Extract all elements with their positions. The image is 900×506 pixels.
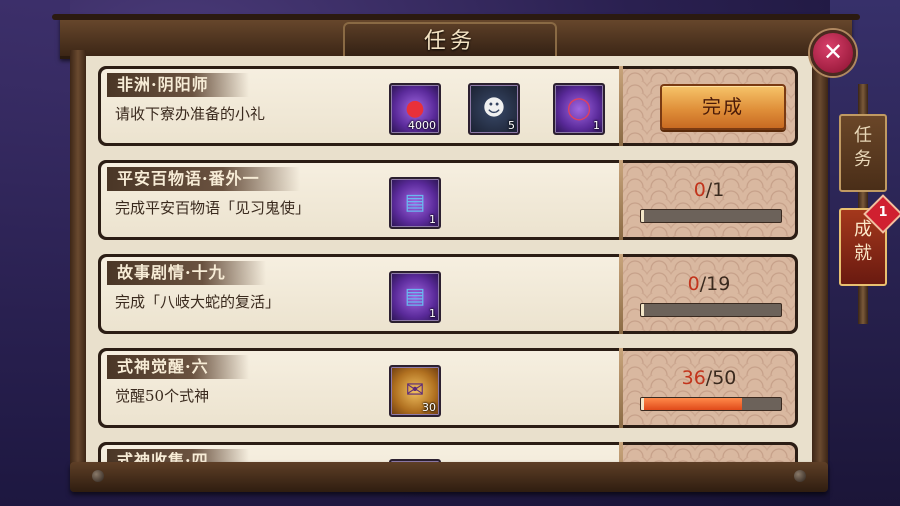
progress-current: 36 [681, 367, 706, 389]
quest-row: 故事剧情·十九 完成「八岐大蛇的复活」 ▤ 1 0/19 [98, 254, 798, 334]
reward-item[interactable]: ● 4000 [389, 83, 441, 135]
page-title: 任务 [423, 29, 476, 54]
close-button[interactable]: ✕ [810, 30, 856, 76]
tab-label-line2: 务 [854, 149, 872, 170]
quest-title: 故事剧情·十九 [107, 261, 266, 285]
reward-qty: 1 [429, 307, 436, 320]
quest-row: 非洲·阴阳师 请收下寮办准备的小礼 ● 4000 ☻ 5 ◯ 1 完成 [98, 66, 798, 146]
quest-title: 式神收集·四 [107, 449, 249, 462]
quest-action: 完成 [623, 69, 795, 143]
reward-item[interactable]: ▤ 1 [389, 177, 441, 229]
progress-total: /1 [705, 179, 725, 201]
reward-item[interactable]: ◯ 1 [553, 83, 605, 135]
reward-qty: 5 [508, 119, 515, 132]
quest-row: 式神觉醒·六 觉醒50个式神 ✉ 30 36/50 [98, 348, 798, 428]
quest-action: 0/1 [623, 163, 795, 237]
reward-item[interactable]: ✉ 30 [389, 365, 441, 417]
tab-quests-label: 任务 [841, 116, 885, 172]
quest-info: 故事剧情·十九 完成「八岐大蛇的复活」 ▤ 1 [101, 257, 619, 331]
bolt-icon [92, 470, 104, 482]
progress-current: 0 [693, 179, 706, 201]
quest-action: 0/19 [623, 257, 795, 331]
progress-total: /19 [699, 273, 731, 295]
tab-quests[interactable]: 任务 [839, 114, 887, 192]
quest-action [623, 445, 795, 462]
close-icon: ✕ [822, 38, 844, 66]
reward-qty: 1 [593, 119, 600, 132]
progress-marker [641, 398, 644, 410]
quest-row: 平安百物语·番外一 完成平安百物语「见习鬼使」 ▤ 1 0/1 [98, 160, 798, 240]
quest-description: 完成平安百物语「见习鬼使」 [115, 199, 311, 217]
progress-text: 36/50 [623, 367, 795, 389]
progress-bar [640, 397, 782, 411]
progress-current: 0 [687, 273, 700, 295]
background-left [0, 0, 70, 506]
quest-info: 式神觉醒·六 觉醒50个式神 ✉ 30 [101, 351, 619, 425]
reward-qty: 30 [422, 401, 436, 414]
progress-fill [641, 398, 742, 410]
progress-bar [640, 303, 782, 317]
progress-text: 0/1 [623, 179, 795, 201]
reward-item[interactable]: ☻ 5 [468, 83, 520, 135]
reward-qty: 1 [429, 213, 436, 226]
bolt-icon [794, 470, 806, 482]
progress-bar [640, 209, 782, 223]
quest-title: 非洲·阴阳师 [107, 73, 249, 97]
tab-label-line1: 任 [854, 125, 872, 146]
quest-action: 36/50 [623, 351, 795, 425]
progress-marker [641, 210, 644, 222]
quest-info: 平安百物语·番外一 完成平安百物语「见习鬼使」 ▤ 1 [101, 163, 619, 237]
quest-list[interactable]: 非洲·阴阳师 请收下寮办准备的小礼 ● 4000 ☻ 5 ◯ 1 完成 平安百物… [86, 56, 812, 462]
quest-info: 式神收集·四 ▤ [101, 445, 619, 462]
progress-marker [641, 304, 644, 316]
complete-button[interactable]: 完成 [660, 84, 786, 130]
reward-item[interactable]: ▤ 1 [389, 271, 441, 323]
frame-left [70, 50, 86, 470]
quest-row: 式神收集·四 ▤ [98, 442, 798, 462]
frame-right [812, 50, 828, 470]
quest-title: 式神觉醒·六 [107, 355, 249, 379]
frame-bottom [70, 462, 828, 492]
quest-description: 完成「八岐大蛇的复活」 [115, 293, 281, 311]
tab-label-line2: 就 [854, 243, 872, 264]
notification-count: 1 [878, 205, 888, 220]
reward-qty: 4000 [408, 119, 436, 132]
quest-title: 平安百物语·番外一 [107, 167, 300, 191]
quest-info: 非洲·阴阳师 请收下寮办准备的小礼 ● 4000 ☻ 5 ◯ 1 [101, 69, 619, 143]
quest-description: 请收下寮办准备的小礼 [115, 105, 266, 123]
title-plate: 任务 [343, 22, 557, 60]
progress-total: /50 [705, 367, 737, 389]
progress-text: 0/19 [623, 273, 795, 295]
quest-description: 觉醒50个式神 [115, 387, 210, 405]
